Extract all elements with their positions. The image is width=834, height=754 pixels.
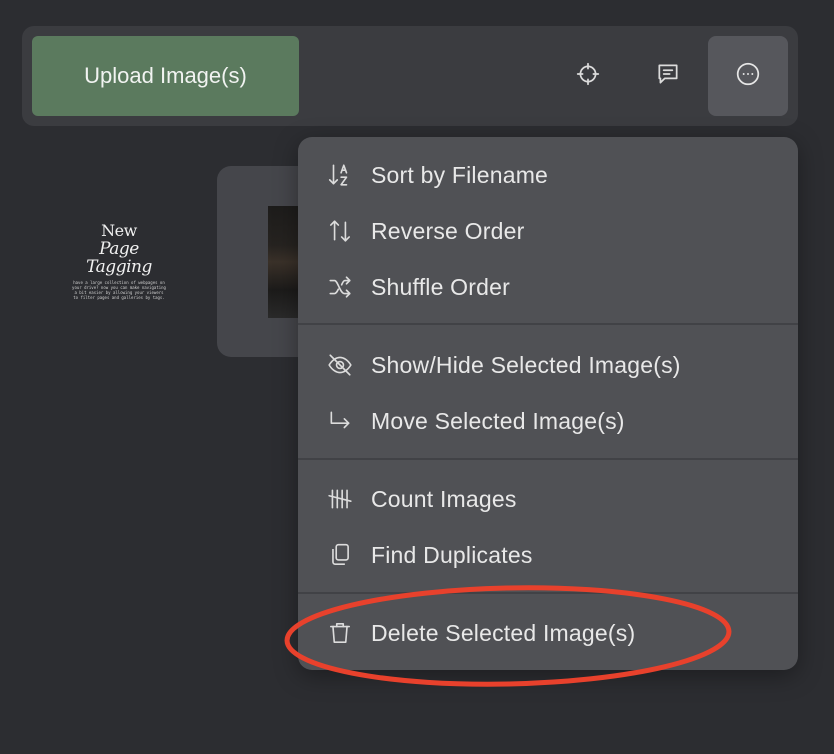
comment-button[interactable]	[628, 36, 708, 116]
poster-blurb: have a large collection of webpages on y…	[72, 280, 166, 300]
poster-title: New Page Tagging	[64, 221, 174, 277]
poster-thumbnail[interactable]: New Page Tagging have a large collection…	[64, 222, 174, 302]
move-arrow-icon	[326, 407, 354, 435]
menu-item-reverse-order[interactable]: Reverse Order	[298, 203, 798, 259]
poster-title-line2: Page Tagging	[86, 239, 152, 277]
upload-images-button[interactable]: Upload Image(s)	[32, 36, 299, 116]
menu-separator	[298, 592, 798, 594]
shuffle-icon	[326, 273, 354, 301]
menu-item-label: Sort by Filename	[371, 161, 549, 188]
menu-item-move-selected[interactable]: Move Selected Image(s)	[298, 393, 798, 449]
menu-item-find-duplicates[interactable]: Find Duplicates	[298, 527, 798, 583]
menu-item-sort-by-filename[interactable]: Sort by Filename	[298, 147, 798, 203]
crosshair-button[interactable]	[548, 36, 628, 116]
sort-az-icon	[326, 161, 354, 189]
menu-item-label: Shuffle Order	[371, 273, 510, 300]
more-options-icon	[735, 61, 761, 92]
menu-item-shuffle-order[interactable]: Shuffle Order	[298, 259, 798, 315]
menu-item-count-images[interactable]: Count Images	[298, 471, 798, 527]
menu-item-label: Find Duplicates	[371, 541, 533, 568]
toolbar: Upload Image(s)	[22, 26, 798, 126]
menu-item-label: Move Selected Image(s)	[371, 407, 625, 434]
menu-item-delete-selected[interactable]: Delete Selected Image(s)	[298, 605, 798, 661]
trash-icon	[326, 619, 354, 647]
menu-separator	[298, 323, 798, 325]
menu-item-label: Count Images	[371, 485, 517, 512]
more-options-button[interactable]	[708, 36, 788, 116]
crosshair-icon	[575, 61, 601, 92]
poster-title-line1: New	[101, 221, 137, 240]
menu-item-label: Show/Hide Selected Image(s)	[371, 351, 681, 378]
menu-item-show-hide-selected[interactable]: Show/Hide Selected Image(s)	[298, 337, 798, 393]
comment-icon	[655, 61, 681, 92]
menu-separator	[298, 458, 798, 460]
menu-item-label: Delete Selected Image(s)	[371, 619, 636, 646]
menu-item-label: Reverse Order	[371, 217, 525, 244]
image-thumbnail[interactable]	[268, 206, 300, 318]
reverse-order-icon	[326, 217, 354, 245]
eye-off-icon	[326, 351, 354, 379]
tally-icon	[326, 485, 354, 513]
duplicate-icon	[326, 541, 354, 569]
options-menu: Sort by Filename Reverse Order Shuffle O…	[298, 137, 798, 670]
